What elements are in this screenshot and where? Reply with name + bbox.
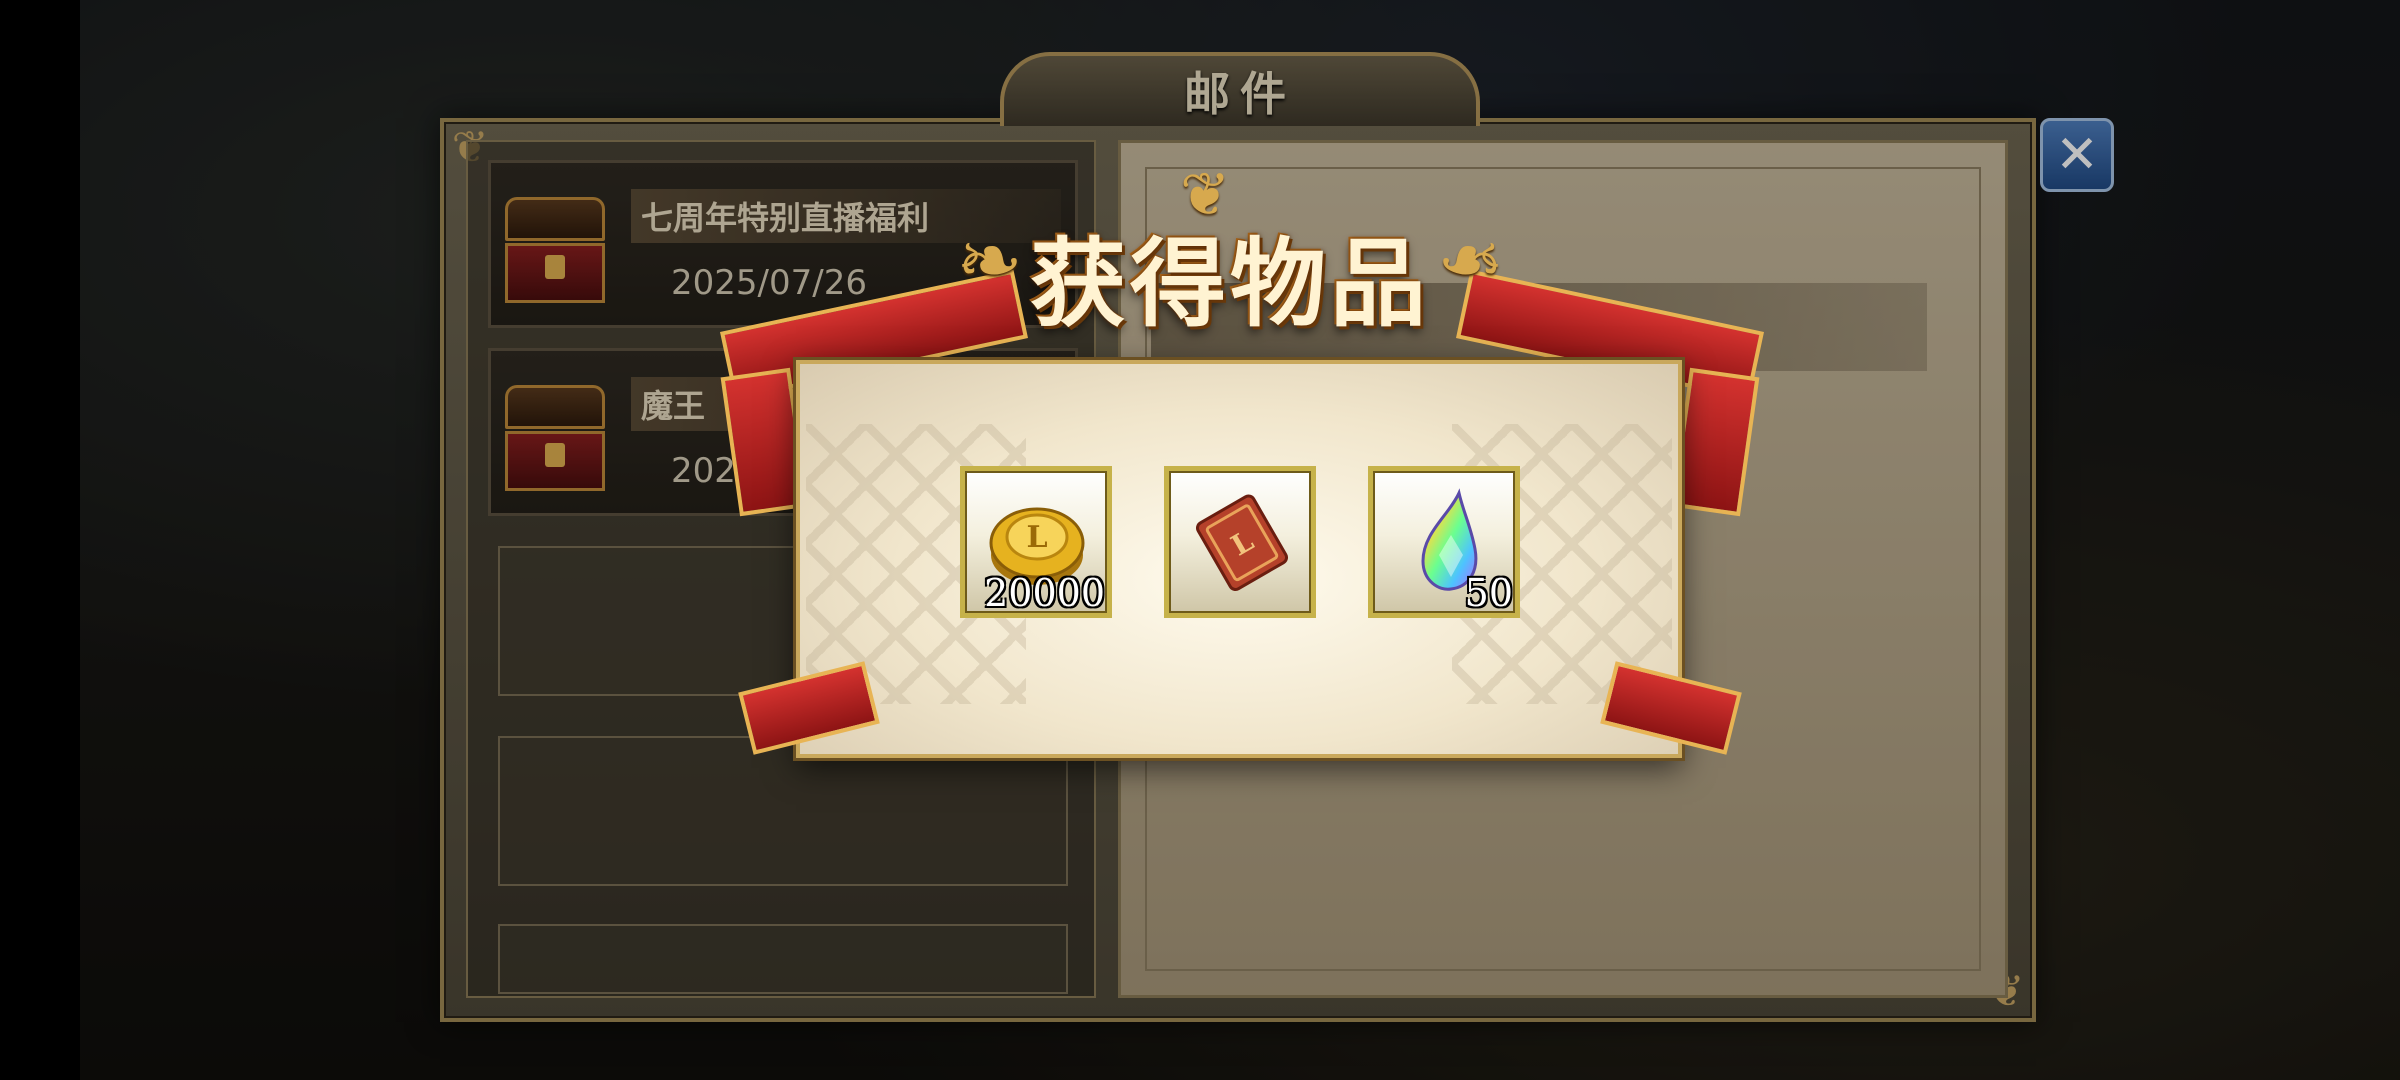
reward-item-ticket[interactable]: L [1164,466,1316,618]
flourish-left-icon: ❧ [956,214,1024,307]
reward-quantity: 20000 [984,571,1105,615]
popup-title-banner: ❧ ❧ ❦ 获得物品 [956,160,1504,350]
flourish-right-icon: ❧ [1436,214,1504,307]
svg-text:L: L [1026,520,1047,555]
reward-quantity: 50 [1464,571,1513,615]
popup-title: 获得物品 [1030,226,1430,340]
reward-item-crystal[interactable]: 50 [1368,466,1520,618]
ticket-card-icon: L [1195,494,1289,591]
reward-item-gold[interactable]: L 20000 [960,466,1112,618]
